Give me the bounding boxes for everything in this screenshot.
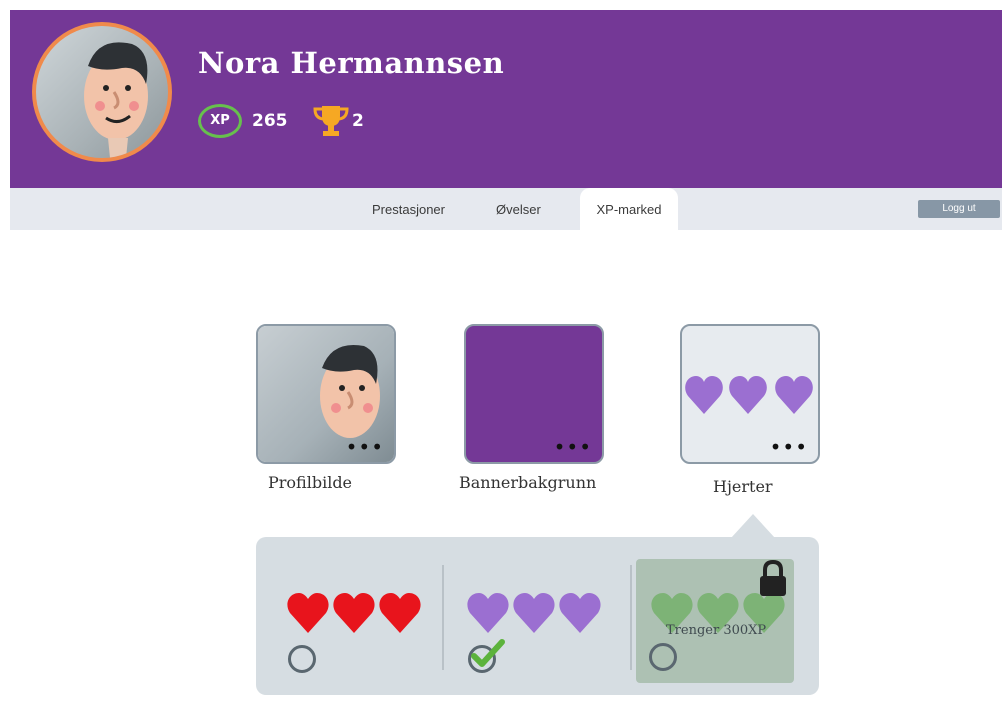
avatar [32,22,172,162]
option-divider [442,565,444,670]
red-hearts-radio[interactable] [288,645,316,673]
item-card-hjerter[interactable]: ••• [680,324,820,464]
item-label-bannerbakgrunn: Bannerbakgrunn [459,473,597,492]
purple-hearts-option[interactable] [466,589,606,639]
trophy-count: 2 [352,111,364,131]
green-hearts-radio [649,643,677,671]
more-options-icon[interactable]: ••• [554,437,592,457]
option-divider [630,565,632,670]
locked-requirement-text: Trenger 300XP [666,623,767,638]
popover-arrow [731,514,775,538]
logout-button[interactable]: Logg ut [918,200,1000,218]
tab-xp-marked[interactable]: XP-marked [580,188,678,230]
red-hearts-option[interactable] [286,589,426,639]
trophy-icon [313,106,349,136]
tab-ovelser[interactable]: Øvelser [496,188,541,230]
checkmark-icon [471,639,505,667]
user-name: Nora Hermannsen [198,46,505,80]
heart-options-popover: Trenger 300XP [256,537,819,695]
item-label-hjerter: Hjerter [713,477,773,496]
item-card-profilbilde[interactable]: ••• [256,324,396,464]
tab-prestasjoner[interactable]: Prestasjoner [372,188,445,230]
xp-value: 265 [252,111,288,131]
avatar-photo [36,26,168,158]
purple-hearts-radio[interactable] [468,639,505,673]
tab-bar: Prestasjoner Øvelser XP-marked Logg ut [10,188,1002,230]
more-options-icon[interactable]: ••• [346,437,384,457]
xp-icon: XP [198,104,242,138]
more-options-icon[interactable]: ••• [770,437,808,457]
item-label-profilbilde: Profilbilde [268,473,353,492]
item-card-bannerbakgrunn[interactable]: ••• [464,324,604,464]
avatar-illustration [84,42,148,158]
lock-icon [760,559,786,596]
